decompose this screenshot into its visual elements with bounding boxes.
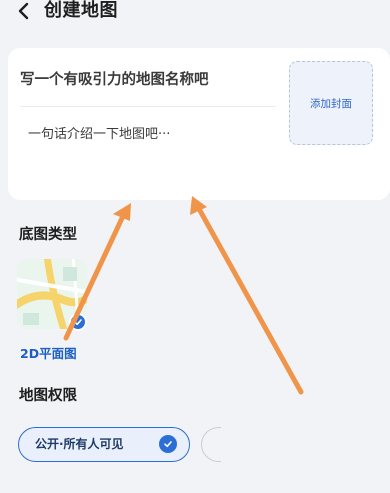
permission-option-label: 公开·所有人可见 (35, 437, 124, 451)
base-map-section-label: 底图类型 (19, 227, 77, 243)
add-cover-label: 添加封面 (310, 97, 352, 110)
base-map-option-label: 2D平面图 (20, 346, 77, 361)
permission-option-partial[interactable] (201, 427, 221, 462)
permission-selected-check-icon (159, 435, 177, 453)
divider (20, 106, 276, 107)
permission-section-label: 地图权限 (19, 388, 77, 404)
annotation-arrow-right (190, 196, 304, 395)
app-header: 创建地图 (0, 0, 390, 26)
map-intro-input[interactable]: 一句话介绍一下地图吧··· (28, 124, 278, 148)
chevron-left-icon[interactable] (16, 1, 32, 21)
add-cover-button[interactable]: 添加封面 (289, 61, 373, 145)
base-map-selected-check-icon (69, 313, 87, 331)
page-title: 创建地图 (44, 0, 118, 21)
permission-option-public[interactable]: 公开·所有人可见 (18, 427, 190, 462)
map-name-input[interactable]: 写一个有吸引力的地图名称吧 (20, 68, 278, 100)
